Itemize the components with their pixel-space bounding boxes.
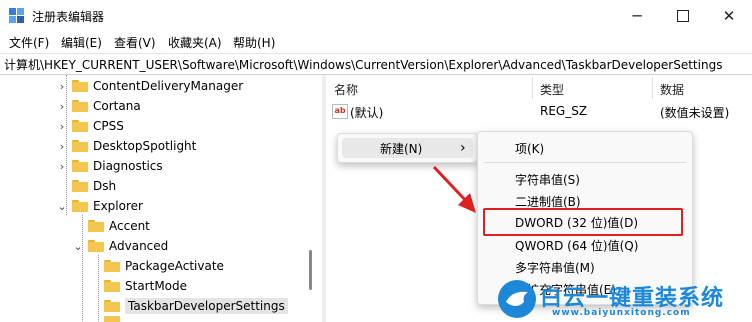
- folder-icon: [72, 100, 88, 112]
- watermark-url: www.baiyunxitong.com: [552, 308, 691, 318]
- tree-item-label: TaskbarDeveloperSettings: [125, 298, 288, 314]
- folder-icon: [72, 160, 88, 172]
- folder-icon: [72, 180, 88, 192]
- value-row[interactable]: ab (默认) REG_SZ (数值未设置): [326, 101, 752, 121]
- minimize-icon: ─: [632, 7, 642, 25]
- address-path[interactable]: 计算机\HKEY_CURRENT_USER\Software\Microsoft…: [4, 56, 722, 73]
- tree-item-label: Accent: [109, 219, 150, 233]
- submenu-item-multi-string[interactable]: 多字符串值(M): [515, 257, 595, 277]
- folder-icon: [88, 220, 104, 232]
- column-header-data[interactable]: 数据: [660, 81, 684, 98]
- regedit-app-icon: [9, 8, 24, 23]
- tree-item[interactable]: Dsh: [56, 176, 116, 196]
- bird-logo-icon: [498, 280, 536, 318]
- tree-item-label: Cortana: [93, 99, 141, 113]
- chevron-right-icon[interactable]: ›: [56, 100, 68, 113]
- maximize-icon: [677, 10, 689, 22]
- tree-item[interactable]: PackageActivate: [88, 256, 224, 276]
- submenu-item-qword[interactable]: QWORD (64 位)值(Q): [515, 235, 638, 255]
- address-bar[interactable]: 计算机\HKEY_CURRENT_USER\Software\Microsoft…: [0, 53, 752, 75]
- folder-icon: [72, 80, 88, 92]
- folder-icon: [72, 140, 88, 152]
- menu-item-new[interactable]: 新建(N) ›: [342, 138, 473, 158]
- tree-item-label: PackageActivate: [125, 259, 224, 273]
- chevron-right-icon[interactable]: ›: [56, 140, 68, 153]
- title-bar: 注册表编辑器 ─ ✕: [0, 0, 752, 32]
- tree-item-label: Dsh: [93, 179, 117, 193]
- chevron-down-icon[interactable]: ⌄: [56, 200, 68, 213]
- column-separator[interactable]: [652, 77, 653, 99]
- tree-item[interactable]: › DesktopSpotlight: [56, 136, 197, 156]
- value-type: REG_SZ: [540, 104, 588, 118]
- minimize-button[interactable]: ─: [614, 0, 660, 32]
- chevron-right-icon[interactable]: ›: [56, 120, 68, 133]
- folder-icon: [72, 200, 88, 212]
- value-name: (默认): [350, 106, 384, 120]
- tree-item-label: DesktopSpotlight: [93, 139, 197, 153]
- chevron-right-icon: ›: [460, 140, 466, 156]
- arrow-icon: [432, 165, 476, 213]
- tree-item-label: Diagnostics: [93, 159, 163, 173]
- folder-icon: [72, 120, 88, 132]
- tree-item[interactable]: › ContentDeliveryManager: [56, 76, 243, 96]
- tree-item[interactable]: › CPSS: [56, 116, 124, 136]
- tree-item[interactable]: › Cortana: [56, 96, 141, 116]
- tree-item[interactable]: ⌄ Explorer: [56, 196, 143, 216]
- menu-file[interactable]: 文件(F): [9, 34, 49, 51]
- column-header-name[interactable]: 名称: [334, 81, 358, 98]
- folder-icon: [104, 260, 120, 272]
- tree-item-label: Explorer: [93, 199, 143, 213]
- maximize-button[interactable]: [660, 0, 706, 32]
- menu-edit[interactable]: 编辑(E): [61, 34, 102, 51]
- submenu-item-string[interactable]: 字符串值(S): [515, 169, 580, 189]
- close-button[interactable]: ✕: [706, 0, 752, 32]
- tree-scrollbar-thumb[interactable]: [309, 250, 312, 290]
- submenu-divider: [484, 162, 686, 163]
- folder-icon: [104, 280, 120, 292]
- chevron-down-icon[interactable]: ⌄: [72, 240, 84, 253]
- tree-item[interactable]: ⌄ Advanced: [72, 236, 168, 256]
- menu-bar: 文件(F) 编辑(E) 查看(V) 收藏夹(A) 帮助(H): [0, 32, 752, 52]
- tree-item-label: ContentDeliveryManager: [93, 79, 244, 93]
- window-title: 注册表编辑器: [32, 10, 105, 24]
- close-icon: ✕: [722, 7, 736, 25]
- folder-icon: [104, 316, 120, 322]
- tree-item-label: CPSS: [93, 119, 124, 133]
- menu-item-new-label: 新建(N): [380, 141, 423, 156]
- menu-view[interactable]: 查看(V): [114, 34, 156, 51]
- watermark: 白云一键重装系统 www.baiyunxitong.com: [496, 278, 752, 322]
- tree-item-label: Advanced: [109, 239, 169, 253]
- tree-item[interactable]: › Diagnostics: [56, 156, 163, 176]
- tree-item-partial[interactable]: [88, 316, 125, 322]
- highlight-box: [483, 208, 683, 236]
- folder-icon: [88, 240, 104, 252]
- tree-item[interactable]: StartMode: [88, 276, 187, 296]
- submenu-item-key[interactable]: 项(K): [515, 138, 544, 158]
- tree-item-label: StartMode: [125, 279, 188, 293]
- column-separator[interactable]: [532, 77, 533, 99]
- tree-item-selected[interactable]: TaskbarDeveloperSettings: [88, 296, 288, 316]
- context-menu: 新建(N) ›: [337, 133, 478, 163]
- chevron-right-icon[interactable]: ›: [56, 80, 68, 93]
- string-value-icon: ab: [332, 104, 348, 119]
- chevron-right-icon[interactable]: ›: [56, 160, 68, 173]
- tree-item[interactable]: Accent: [72, 216, 150, 236]
- menu-help[interactable]: 帮助(H): [233, 34, 275, 51]
- menu-favorites[interactable]: 收藏夹(A): [168, 34, 222, 51]
- registry-tree[interactable]: › ContentDeliveryManager › Cortana › CPSS ›…: [0, 75, 320, 322]
- column-header-type[interactable]: 类型: [540, 81, 564, 98]
- folder-icon: [104, 300, 120, 312]
- value-data: (数值未设置): [660, 106, 730, 120]
